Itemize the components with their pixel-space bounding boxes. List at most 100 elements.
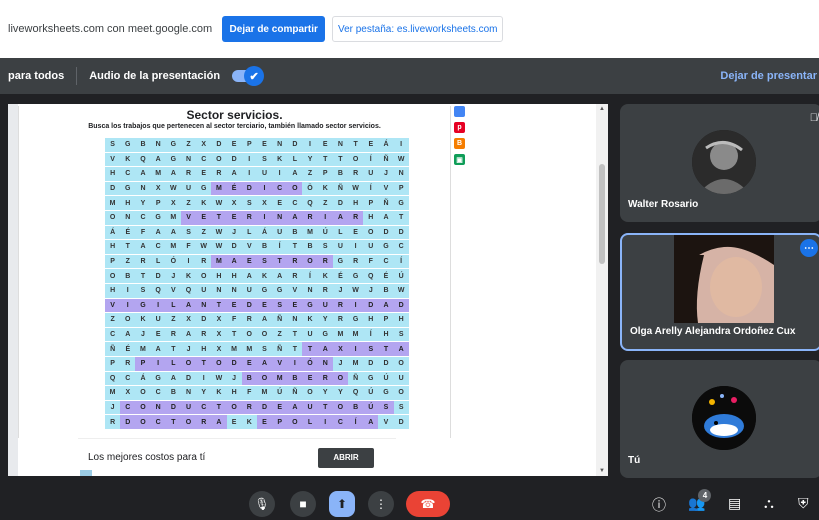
grid-cell[interactable]: E [150, 327, 166, 342]
grid-cell[interactable]: M [105, 196, 121, 210]
grid-cell[interactable]: X [211, 327, 227, 342]
grid-cell[interactable]: R [332, 313, 348, 327]
grid-cell[interactable]: T [211, 400, 227, 415]
grid-cell[interactable]: T [211, 298, 227, 313]
grid-cell[interactable]: A [241, 269, 257, 283]
grid-cell[interactable]: P [105, 356, 121, 371]
grid-cell[interactable]: Ñ [105, 342, 121, 356]
grid-cell[interactable]: V [241, 240, 257, 254]
grid-cell[interactable]: Ñ [287, 386, 303, 400]
grid-cell[interactable]: É [120, 225, 136, 240]
grid-cell[interactable]: U [150, 313, 166, 327]
grid-cell[interactable]: A [165, 167, 181, 181]
grid-cell[interactable]: S [363, 342, 379, 356]
stop-presenting-button[interactable]: Dejar de presentar [720, 70, 817, 82]
grid-cell[interactable]: A [287, 167, 303, 181]
grid-cell[interactable]: J [180, 342, 197, 356]
grid-cell[interactable]: G [302, 298, 318, 313]
grid-cell[interactable]: A [135, 240, 151, 254]
grid-cell[interactable]: C [150, 386, 166, 400]
grid-cell[interactable]: U [363, 240, 379, 254]
ad-banner[interactable]: Los mejores costos para tí ABRIR [78, 438, 396, 476]
grid-cell[interactable]: X [165, 196, 181, 210]
grid-cell[interactable]: N [180, 386, 197, 400]
grid-cell[interactable]: P [150, 196, 166, 210]
grid-cell[interactable]: D [241, 181, 257, 196]
presentation-audio-toggle[interactable]: ✔ [232, 66, 265, 86]
grid-cell[interactable]: I [180, 254, 197, 269]
grid-cell[interactable]: A [150, 225, 166, 240]
grid-cell[interactable]: U [180, 400, 197, 415]
grid-cell[interactable]: E [317, 138, 333, 152]
grid-cell[interactable]: D [363, 356, 379, 371]
grid-cell[interactable]: O [196, 269, 212, 283]
grid-cell[interactable]: R [105, 415, 121, 429]
grid-cell[interactable]: N [226, 283, 242, 298]
grid-cell[interactable]: K [241, 415, 257, 429]
grid-cell[interactable]: S [317, 240, 333, 254]
grid-cell[interactable]: V [272, 356, 288, 371]
grid-cell[interactable]: G [165, 152, 181, 167]
grid-cell[interactable]: I [317, 415, 333, 429]
grid-cell[interactable]: I [272, 167, 288, 181]
grid-cell[interactable]: Í [272, 240, 288, 254]
participant-tile[interactable]: 🎙̸ Walter Rosario [620, 104, 819, 222]
grid-cell[interactable]: R [196, 327, 212, 342]
grid-cell[interactable]: R [317, 283, 333, 298]
grid-cell[interactable]: N [180, 152, 197, 167]
grid-cell[interactable]: A [165, 371, 181, 386]
grid-cell[interactable]: N [302, 283, 318, 298]
grid-cell[interactable]: O [302, 386, 318, 400]
grid-cell[interactable]: D [256, 400, 273, 415]
grid-cell[interactable]: T [196, 356, 212, 371]
grid-cell[interactable]: É [378, 269, 394, 283]
grid-cell[interactable]: O [332, 371, 348, 386]
grid-cell[interactable]: K [272, 152, 288, 167]
grid-cell[interactable]: Z [196, 225, 212, 240]
grid-cell[interactable]: A [317, 342, 333, 356]
grid-cell[interactable]: S [135, 283, 151, 298]
grid-cell[interactable]: U [302, 400, 318, 415]
grid-cell[interactable]: B [241, 371, 257, 386]
grid-cell[interactable]: O [135, 386, 151, 400]
grid-cell[interactable]: I [256, 181, 273, 196]
grid-cell[interactable]: A [378, 210, 394, 225]
grid-cell[interactable]: Y [135, 196, 151, 210]
grid-cell[interactable]: Ú [363, 386, 379, 400]
grid-cell[interactable]: M [226, 342, 242, 356]
grid-cell[interactable]: E [226, 210, 242, 225]
grid-cell[interactable]: Ñ [348, 371, 364, 386]
grid-cell[interactable]: N [393, 167, 409, 181]
grid-cell[interactable]: Í [363, 181, 379, 196]
grid-cell[interactable]: D [393, 415, 409, 429]
grid-cell[interactable]: I [150, 298, 166, 313]
grid-cell[interactable]: U [241, 283, 257, 298]
grid-cell[interactable]: G [348, 269, 364, 283]
grid-cell[interactable]: M [135, 342, 151, 356]
grid-cell[interactable]: I [317, 210, 333, 225]
grid-cell[interactable]: O [105, 269, 121, 283]
grid-cell[interactable]: H [226, 386, 242, 400]
grid-cell[interactable]: A [287, 400, 303, 415]
grid-cell[interactable]: L [241, 225, 257, 240]
grid-cell[interactable]: A [272, 269, 288, 283]
grid-cell[interactable]: U [196, 283, 212, 298]
grid-cell[interactable]: Z [180, 138, 197, 152]
grid-cell[interactable]: O [211, 356, 227, 371]
grid-cell[interactable]: Á [135, 371, 151, 386]
grid-cell[interactable]: N [272, 210, 288, 225]
grid-cell[interactable]: P [272, 415, 288, 429]
grid-cell[interactable]: X [226, 196, 242, 210]
grid-cell[interactable]: G [393, 196, 409, 210]
grid-cell[interactable]: O [332, 400, 348, 415]
grid-cell[interactable]: Y [332, 386, 348, 400]
blogger-icon[interactable]: B [454, 138, 465, 149]
grid-cell[interactable]: Ú [317, 225, 333, 240]
grid-cell[interactable]: E [272, 400, 288, 415]
grid-cell[interactable]: H [363, 210, 379, 225]
grid-cell[interactable]: R [180, 167, 197, 181]
grid-cell[interactable]: E [226, 415, 242, 429]
grid-cell[interactable]: S [180, 225, 197, 240]
grid-cell[interactable]: M [105, 386, 121, 400]
grid-cell[interactable]: Ñ [272, 342, 288, 356]
